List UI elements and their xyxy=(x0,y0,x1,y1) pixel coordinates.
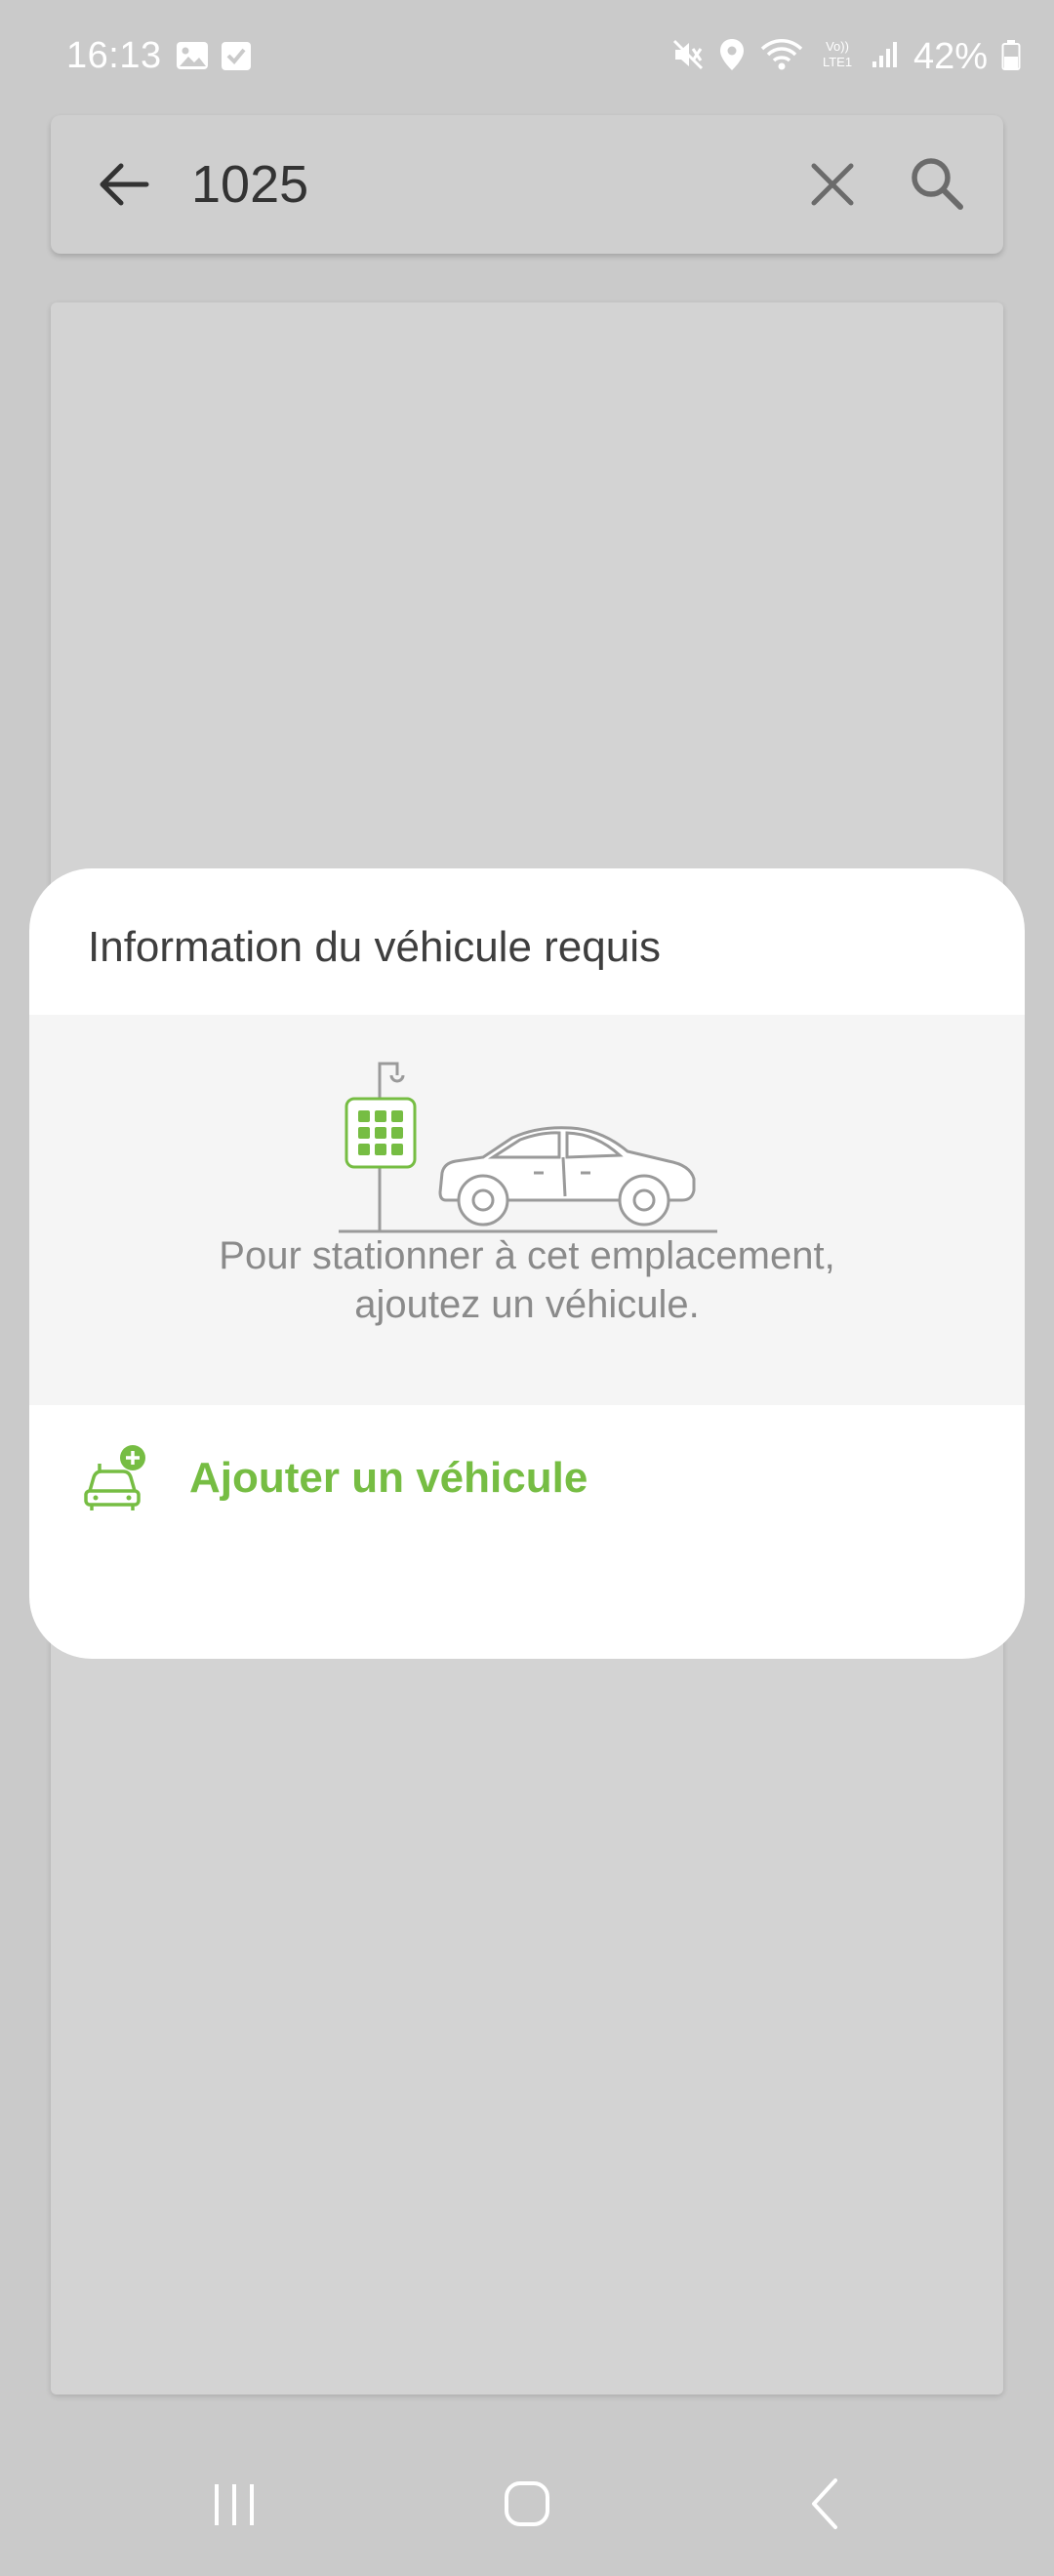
parking-meter-car-illustration xyxy=(337,1054,727,1239)
battery-percent: 42% xyxy=(912,35,988,77)
battery-icon xyxy=(1001,38,1021,76)
dialog-message-line2: ajoutez un véhicule. xyxy=(354,1283,700,1326)
dialog-message-line1: Pour stationner à cet emplacement, xyxy=(219,1234,835,1277)
status-icons: Vo)) LTE1 42% xyxy=(671,33,1021,80)
status-time: 16:13 xyxy=(66,35,162,76)
signal-icon xyxy=(871,40,900,74)
recent-apps-icon[interactable] xyxy=(195,2465,273,2543)
wifi-icon xyxy=(759,37,804,77)
search-input[interactable] xyxy=(191,142,796,226)
add-car-icon xyxy=(78,1442,150,1514)
mute-icon xyxy=(671,38,705,76)
navigation-bar xyxy=(0,2420,1054,2576)
dialog-message: Pour stationner à cet emplacement, ajout… xyxy=(29,1231,1025,1329)
svg-text:Vo)): Vo)) xyxy=(826,39,849,54)
search-bar xyxy=(51,115,1003,254)
dialog-body: Pour stationner à cet emplacement, ajout… xyxy=(29,1015,1025,1405)
close-icon[interactable] xyxy=(802,154,863,215)
check-square-icon xyxy=(221,39,252,77)
dialog-title: Information du véhicule requis xyxy=(88,923,661,971)
volte-icon: Vo)) LTE1 xyxy=(818,37,857,77)
back-icon[interactable] xyxy=(787,2465,865,2543)
search-icon[interactable] xyxy=(904,150,972,219)
image-icon xyxy=(176,39,209,77)
add-vehicle-label: Ajouter un véhicule xyxy=(189,1454,588,1502)
location-icon xyxy=(718,37,746,77)
status-bar: 16:13 Vo)) LTE1 42% xyxy=(0,0,1054,112)
arrow-left-icon[interactable] xyxy=(92,152,156,217)
vehicle-required-dialog: Information du véhicule requis Pour stat… xyxy=(29,868,1025,1659)
home-icon[interactable] xyxy=(488,2465,566,2543)
svg-text:LTE1: LTE1 xyxy=(823,55,852,69)
add-vehicle-button[interactable]: Ajouter un véhicule xyxy=(29,1405,1025,1551)
